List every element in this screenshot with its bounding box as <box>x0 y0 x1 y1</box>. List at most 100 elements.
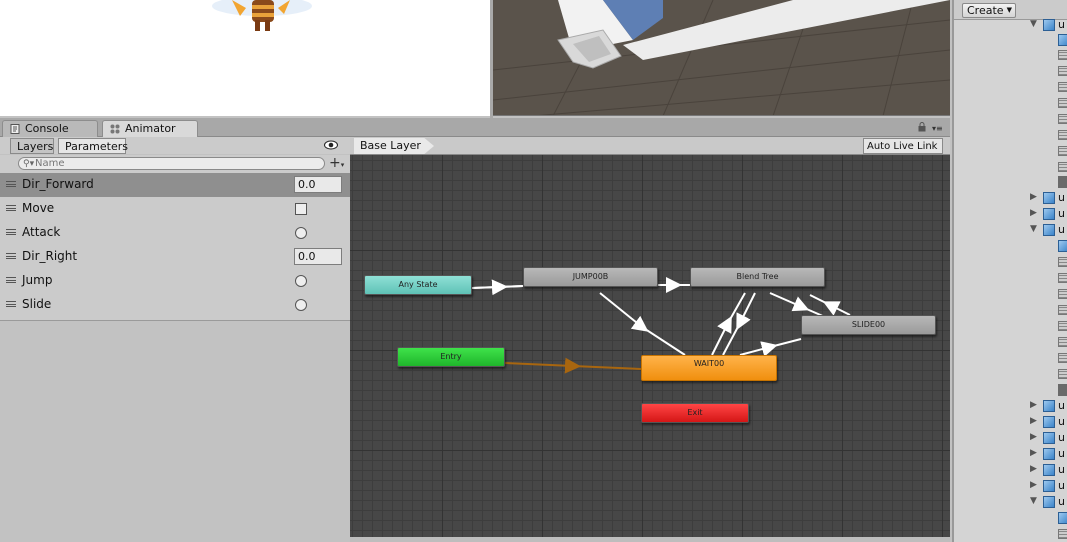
hierarchy-item[interactable] <box>954 63 1067 79</box>
parameter-search-input[interactable]: ⚲▾ Name <box>18 157 325 170</box>
hierarchy-item[interactable]: ▶ u <box>954 190 1067 206</box>
hierarchy-item[interactable]: ▶ u <box>954 414 1067 430</box>
add-parameter-button[interactable]: +▾ <box>329 156 344 172</box>
cube-icon <box>1058 34 1067 46</box>
drag-handle-icon[interactable] <box>6 277 16 283</box>
parameter-row[interactable]: Move <box>0 197 350 221</box>
expand-arrow-icon[interactable]: ▶ <box>1030 480 1037 490</box>
graph-scrollbar[interactable] <box>350 537 950 542</box>
hierarchy-item[interactable]: ▶ u <box>954 446 1067 462</box>
hierarchy-item[interactable] <box>954 159 1067 175</box>
tab-animator[interactable]: Animator <box>102 120 198 137</box>
hierarchy-item[interactable] <box>954 238 1067 254</box>
parameter-row[interactable]: Slide <box>0 293 350 317</box>
parameter-row[interactable]: Attack <box>0 221 350 245</box>
lock-icon[interactable] <box>918 122 926 132</box>
hierarchy-item[interactable] <box>954 79 1067 95</box>
hierarchy-item[interactable] <box>954 510 1067 526</box>
unity-editor: Create ▼ ▼ u ▶ u ▶ u ▼ u ▶ u ▶ u ▶ u ▶ u ▶ u ▶ u ▼ u Console … <box>0 0 1067 542</box>
hierarchy-item[interactable] <box>954 47 1067 63</box>
state-slide00[interactable]: SLIDE00 <box>801 315 936 335</box>
hierarchy-item[interactable]: ▶ u <box>954 462 1067 478</box>
expand-arrow-icon[interactable]: ▶ <box>1030 464 1037 474</box>
expand-arrow-icon[interactable]: ▶ <box>1030 192 1037 202</box>
state-any-state[interactable]: Any State <box>364 275 472 295</box>
parameter-row[interactable]: Dir_Forward 0.0 <box>0 173 350 197</box>
hierarchy-item[interactable]: ▼ u <box>954 222 1067 238</box>
cube-icon <box>1043 400 1055 412</box>
parameter-trigger-radio[interactable] <box>295 275 307 287</box>
drag-handle-icon[interactable] <box>6 205 16 211</box>
state-entry[interactable]: Entry <box>397 347 505 367</box>
tab-layers[interactable]: Layers <box>10 138 54 154</box>
tab-console[interactable]: Console <box>2 120 98 137</box>
parameter-row[interactable]: Dir_Right 0.0 <box>0 245 350 269</box>
hierarchy-item[interactable] <box>954 366 1067 382</box>
state-wait00-default[interactable]: WAIT00 <box>641 355 777 381</box>
drag-handle-icon[interactable] <box>6 229 16 235</box>
parameter-trigger-radio[interactable] <box>295 299 307 311</box>
drag-handle-icon[interactable] <box>6 301 16 307</box>
collapse-arrow-icon[interactable]: ▼ <box>1030 19 1037 29</box>
hierarchy-item[interactable] <box>954 143 1067 159</box>
hierarchy-item[interactable] <box>954 302 1067 318</box>
auto-live-link-button[interactable]: Auto Live Link <box>863 138 943 154</box>
hierarchy-item-label: u <box>1058 415 1065 428</box>
hierarchy-item[interactable] <box>954 382 1067 398</box>
hierarchy-item[interactable] <box>954 318 1067 334</box>
game-view[interactable] <box>0 0 490 116</box>
drag-handle-icon[interactable] <box>6 181 16 187</box>
parameter-name: Jump <box>22 273 53 287</box>
hierarchy-item[interactable]: ▼ u <box>954 494 1067 510</box>
expand-arrow-icon[interactable]: ▶ <box>1030 448 1037 458</box>
parameter-trigger-radio[interactable] <box>295 227 307 239</box>
hierarchy-item[interactable]: ▼ u <box>954 17 1067 33</box>
scene-view[interactable] <box>493 0 950 116</box>
hierarchy-item[interactable] <box>954 111 1067 127</box>
parameter-bool-checkbox[interactable] <box>295 203 307 215</box>
hierarchy-panel: Create ▼ ▼ u ▶ u ▶ u ▼ u ▶ u ▶ u ▶ u ▶ u ▶ u ▶ u ▼ u <box>952 0 1067 542</box>
expand-arrow-icon[interactable]: ▶ <box>1030 400 1037 410</box>
expand-arrow-icon[interactable]: ▶ <box>1030 432 1037 442</box>
parameter-float-field[interactable]: 0.0 <box>294 248 342 265</box>
collapse-arrow-icon[interactable]: ▼ <box>1030 496 1037 506</box>
hierarchy-item[interactable] <box>954 32 1067 48</box>
grid-icon <box>1058 162 1067 172</box>
parameter-float-field[interactable]: 0.0 <box>294 176 342 193</box>
hierarchy-item[interactable] <box>954 526 1067 542</box>
hierarchy-item[interactable] <box>954 350 1067 366</box>
state-exit[interactable]: Exit <box>641 403 749 423</box>
state-machine-graph[interactable]: Any State JUMP00B Blend Tree SLIDE00 Ent… <box>350 155 950 537</box>
hierarchy-item[interactable] <box>954 286 1067 302</box>
parameter-name: Attack <box>22 225 61 239</box>
cube-icon <box>1043 480 1055 492</box>
transition-jump-to-wait <box>599 292 686 356</box>
state-jump00b[interactable]: JUMP00B <box>523 267 658 287</box>
tab-console-label: Console <box>25 122 69 135</box>
hierarchy-item[interactable] <box>954 95 1067 111</box>
collapse-arrow-icon[interactable]: ▼ <box>1030 224 1037 234</box>
create-dropdown[interactable]: Create ▼ <box>962 3 1016 18</box>
breadcrumb-base-layer[interactable]: Base Layer <box>354 138 434 154</box>
tab-parameters[interactable]: Parameters <box>58 138 128 154</box>
hierarchy-item[interactable] <box>954 254 1067 270</box>
hierarchy-item[interactable]: ▶ u <box>954 206 1067 222</box>
hierarchy-item[interactable]: ▶ u <box>954 430 1067 446</box>
menu-icon[interactable]: ▾≡ <box>932 124 943 133</box>
hierarchy-item[interactable] <box>954 334 1067 350</box>
hierarchy-item-label: u <box>1058 207 1065 220</box>
hierarchy-item[interactable] <box>954 270 1067 286</box>
hierarchy-item[interactable]: ▶ u <box>954 398 1067 414</box>
eye-icon[interactable] <box>324 140 338 150</box>
hierarchy-item[interactable] <box>954 127 1067 143</box>
expand-arrow-icon[interactable]: ▶ <box>1030 208 1037 218</box>
cube-icon <box>1043 19 1055 31</box>
hierarchy-item[interactable]: ▶ u <box>954 478 1067 494</box>
cube-icon <box>1043 192 1055 204</box>
parameter-row[interactable]: Jump <box>0 269 350 293</box>
expand-arrow-icon[interactable]: ▶ <box>1030 416 1037 426</box>
state-blend-tree[interactable]: Blend Tree <box>690 267 825 287</box>
drag-handle-icon[interactable] <box>6 253 16 259</box>
cube-icon <box>1043 496 1055 508</box>
hierarchy-item[interactable] <box>954 174 1067 190</box>
